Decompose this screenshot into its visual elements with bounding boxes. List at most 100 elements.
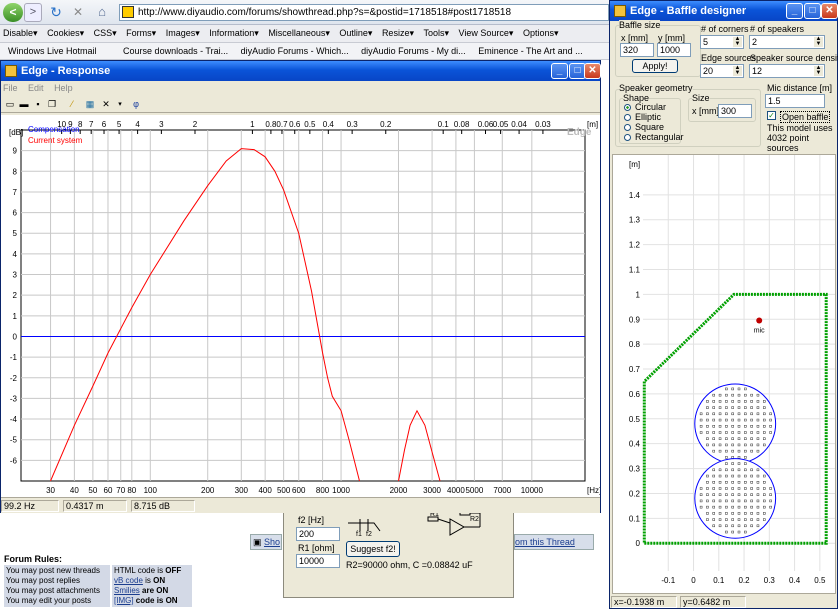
bookmark-item[interactable]: diyAudio Forums - My di... [361, 43, 466, 59]
baffle-title: Edge - Baffle designer [630, 5, 747, 17]
thread-link[interactable]: om this Thread [514, 534, 594, 550]
shape-square-radio[interactable]: Square [624, 122, 664, 132]
suggest-f2-button[interactable]: Suggest f2! [346, 541, 400, 557]
x-tick-label: 3000 [423, 486, 441, 495]
y-tick-label: 1.4 [629, 191, 641, 200]
shape-circular-radio[interactable]: Circular [624, 102, 666, 112]
top-axis-label: 0.08 [454, 120, 470, 129]
density-input[interactable]: 12 ▲ ▼ [749, 64, 825, 78]
size-x-input[interactable]: 300 [718, 104, 752, 118]
back-button[interactable]: < [3, 3, 23, 22]
y-tick-label: 1 [636, 290, 641, 299]
stop-button[interactable]: ✕ [70, 4, 86, 20]
url-bar[interactable]: http://www.diyaudio.com/forums/showthrea… [119, 4, 609, 21]
show-printable-link[interactable]: ▣ Sho [250, 534, 282, 550]
r2-short-label: R2 [470, 516, 479, 523]
new-file-icon[interactable]: ▭ [3, 97, 17, 110]
spinner-icon[interactable]: ▲ ▼ [814, 65, 823, 76]
status-x: x=-0.1938 m [611, 596, 677, 608]
baffle-y-input[interactable]: 1000 [657, 43, 691, 57]
menu-edit[interactable]: Edit [28, 83, 44, 93]
response-statusbar: 99.2 Hz 0.4317 m 8.715 dB [1, 497, 600, 513]
cross-tool-icon[interactable]: ✕ [99, 97, 113, 110]
x-tick-label: 400 [258, 486, 272, 495]
save-icon[interactable]: ▪ [31, 97, 45, 110]
toolbar-item[interactable]: Tools▾ [423, 25, 449, 42]
baffle-statusbar: x=-0.1938 m y=0.6482 m [610, 595, 837, 609]
spinner-icon[interactable]: ▲ ▼ [733, 36, 742, 47]
status-frequency: 99.2 Hz [1, 500, 59, 512]
baffle-titlebar[interactable]: Edge - Baffle designer _ □ ✕ [610, 1, 838, 21]
toolbar-item[interactable]: Resize▾ [382, 25, 414, 42]
menu-help[interactable]: Help [54, 83, 73, 93]
forum-codes-list: HTML code is OFF vB code is ON Smilies a… [112, 565, 192, 607]
y-tick-label: 0.4 [629, 440, 641, 449]
top-axis-label: 0.6 [289, 120, 301, 129]
edge-sources-input[interactable]: 20 ▲ ▼ [700, 64, 744, 78]
bookmark-item[interactable]: Course downloads - Trai... [123, 43, 228, 59]
apply-button[interactable]: Apply! [632, 59, 678, 73]
spinner-icon[interactable]: ▲ ▼ [733, 65, 742, 76]
filter-response-sketch: f1 f2 [348, 519, 381, 537]
baffle-x-input[interactable]: 320 [620, 43, 654, 57]
refresh-icon[interactable]: ↻ [48, 4, 64, 20]
baffle-designer-window: Edge - Baffle designer _ □ ✕ Baffle size… [609, 0, 838, 609]
phase-icon[interactable]: φ [129, 97, 143, 110]
copy-icon[interactable]: ❐ [45, 97, 59, 110]
webdev-toolbar: Disable▾ Cookies▾ CSS▾ Forms▾ Images▾ In… [0, 25, 612, 43]
f2-input[interactable]: 200 [296, 527, 340, 541]
y-tick-label: 0.2 [629, 489, 641, 498]
app-icon [614, 5, 626, 17]
x-tick-label: 0 [691, 576, 696, 585]
y-tick-label: 1.3 [629, 216, 641, 225]
menu-file[interactable]: File [3, 83, 18, 93]
y-tick-label: 0.5 [629, 415, 641, 424]
toolbar-item[interactable]: Miscellaneous▾ [268, 25, 330, 42]
toolbar-item[interactable]: Cookies▾ [47, 25, 84, 42]
minimize-button[interactable]: _ [551, 63, 568, 79]
toolbar-item[interactable]: View Source▾ [459, 25, 514, 42]
rule-item: You may post new threads [6, 566, 100, 575]
bookmark-item[interactable]: Windows Live Hotmail [8, 43, 97, 59]
r1-input[interactable]: 10000 [296, 554, 340, 568]
y-tick-label: 6 [13, 209, 18, 218]
bookmark-item[interactable]: diyAudio Forums - Which... [241, 43, 349, 59]
forward-button[interactable]: > [24, 3, 42, 22]
bookmark-item[interactable]: Eminence - The Art and ... [478, 43, 582, 59]
response-window: Edge - Response _ □ ✕ File Edit Help ▭ ▬… [0, 60, 601, 513]
toolbar-item[interactable]: Options▾ [523, 25, 559, 42]
minimize-button[interactable]: _ [786, 3, 803, 19]
corners-input[interactable]: 5 ▲ ▼ [700, 35, 744, 49]
close-button[interactable]: ✕ [821, 3, 838, 19]
code-item: [IMG] code is ON [114, 596, 178, 605]
maximize-button[interactable]: □ [804, 3, 821, 19]
wand-icon[interactable]: ⁄ [65, 97, 79, 110]
shape-elliptic-radio[interactable]: Elliptic [624, 112, 661, 122]
toolbar-item[interactable]: Forms▾ [126, 25, 156, 42]
toolbar-item[interactable]: Outline▾ [339, 25, 372, 42]
code-item: HTML code is OFF [114, 566, 182, 575]
spinner-icon[interactable]: ▲ ▼ [814, 36, 823, 47]
y-tick-label: 7 [13, 188, 18, 197]
top-axis-label: 6 [102, 120, 107, 129]
mic-distance-input[interactable]: 1.5 [765, 94, 825, 108]
response-titlebar[interactable]: Edge - Response _ □ ✕ [1, 61, 601, 81]
toolbar-item[interactable]: Images▾ [166, 25, 200, 42]
status-distance: 0.4317 m [63, 500, 127, 512]
toolbar-item[interactable]: Information▾ [209, 25, 259, 42]
y-tick-label: -5 [10, 436, 18, 445]
close-button[interactable]: ✕ [584, 63, 601, 79]
baffle-icon[interactable]: ▦ [83, 97, 97, 110]
y-tick-label: 4 [13, 250, 18, 259]
toolbar-item[interactable]: CSS▾ [94, 25, 117, 42]
toolbar-item[interactable]: Disable▾ [3, 25, 38, 42]
open-baffle-checkbox[interactable]: ✓ [767, 111, 776, 120]
open-folder-icon[interactable]: ▬ [17, 97, 31, 110]
x-tick-label: 7000 [493, 486, 511, 495]
x-tick-label: 10000 [521, 486, 544, 495]
speakers-input[interactable]: 2 ▲ ▼ [749, 35, 825, 49]
y-tick-label: 0.7 [629, 365, 641, 374]
shape-rectangular-radio[interactable]: Rectangular [624, 132, 684, 142]
home-icon[interactable]: ⌂ [94, 4, 110, 20]
dropdown-arrow-icon[interactable]: ▾ [113, 97, 127, 110]
